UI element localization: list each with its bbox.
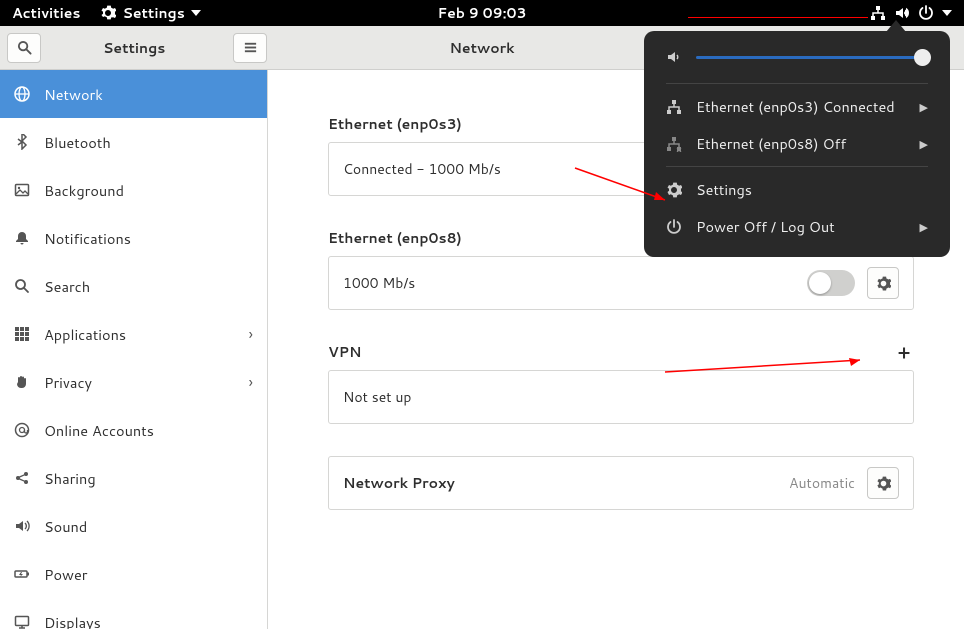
search-button[interactable] — [7, 33, 41, 63]
gear-icon — [876, 276, 891, 291]
menu-item-ethernet1[interactable]: Ethernet (enp0s3) Connected ▶ — [644, 88, 950, 125]
settings-sidebar: Network Bluetooth Background Notificatio… — [0, 70, 268, 629]
chevron-right-icon: › — [249, 371, 253, 394]
volume-knob[interactable] — [914, 49, 931, 66]
search-icon — [14, 278, 30, 294]
header-title-network: Network — [449, 38, 514, 58]
gear-icon — [666, 182, 682, 198]
sidebar-item-search[interactable]: Search — [0, 262, 267, 310]
sidebar-item-label: Search — [44, 276, 90, 297]
sidebar-item-label: Privacy — [44, 372, 92, 393]
grid-icon — [14, 326, 30, 342]
chevron-right-icon: ▶ — [920, 99, 928, 115]
ethernet2-row[interactable]: 1000 Mb/s — [329, 257, 913, 309]
ethernet2-settings-button[interactable] — [867, 267, 899, 299]
chevron-right-icon: ▶ — [920, 219, 928, 235]
volume-slider[interactable] — [696, 56, 928, 59]
network-wired-icon — [870, 5, 886, 21]
chevron-right-icon: ▶ — [920, 136, 928, 152]
gear-icon — [100, 5, 116, 21]
hand-icon — [14, 374, 30, 390]
sidebar-item-label: Background — [44, 180, 124, 201]
sidebar-item-bluetooth[interactable]: Bluetooth — [0, 118, 267, 166]
app-menu-label: Settings — [122, 3, 184, 23]
bluetooth-icon — [14, 134, 30, 150]
proxy-label: Network Proxy — [343, 473, 789, 493]
proxy-row[interactable]: Network Proxy Automatic — [329, 457, 913, 509]
menu-item-label: Ethernet (enp0s3) Connected — [696, 96, 895, 117]
sidebar-item-sharing[interactable]: Sharing — [0, 454, 267, 502]
top-panel: Activities Settings Feb 9 09:03 — [0, 0, 964, 26]
gear-icon — [876, 476, 891, 491]
sidebar-item-label: Applications — [44, 324, 126, 345]
vpn-title: VPN + — [328, 342, 914, 362]
sidebar-item-label: Bluetooth — [44, 132, 111, 153]
sidebar-item-privacy[interactable]: Privacy › — [0, 358, 267, 406]
sidebar-item-background[interactable]: Background — [0, 166, 267, 214]
menu-item-label: Settings — [696, 179, 752, 200]
search-icon — [17, 40, 32, 55]
volume-icon — [894, 5, 910, 21]
hamburger-icon — [243, 40, 258, 55]
volume-slider-row — [644, 49, 950, 79]
sidebar-item-label: Sharing — [44, 468, 96, 489]
sidebar-item-label: Network — [44, 84, 103, 105]
menu-separator — [666, 83, 928, 84]
ethernet2-status: 1000 Mb/s — [343, 273, 807, 293]
popover-arrow — [886, 20, 906, 32]
menu-separator — [666, 166, 928, 167]
speaker-icon — [14, 518, 30, 534]
at-icon — [14, 422, 30, 438]
menu-item-label: Ethernet (enp0s8) Off — [696, 133, 846, 154]
activities-button[interactable]: Activities — [12, 3, 80, 23]
sidebar-item-applications[interactable]: Applications › — [0, 310, 267, 358]
ethernet2-toggle[interactable] — [807, 270, 855, 296]
power-icon — [918, 5, 934, 21]
menu-item-label: Power Off / Log Out — [696, 216, 835, 237]
display-icon — [14, 614, 30, 629]
sidebar-item-label: Displays — [44, 612, 101, 629]
chevron-right-icon: › — [249, 323, 253, 346]
sidebar-item-notifications[interactable]: Notifications — [0, 214, 267, 262]
vpn-status: Not set up — [343, 387, 899, 407]
sidebar-item-network[interactable]: Network — [0, 70, 267, 118]
sidebar-item-sound[interactable]: Sound — [0, 502, 267, 550]
sidebar-item-label: Online Accounts — [44, 420, 154, 441]
sidebar-item-label: Notifications — [44, 228, 131, 249]
annotation-line — [688, 17, 868, 18]
menu-item-power[interactable]: Power Off / Log Out ▶ — [644, 208, 950, 245]
app-menu[interactable]: Settings — [100, 3, 200, 23]
network-wired-icon — [666, 99, 682, 115]
header-title-settings: Settings — [103, 38, 165, 58]
sidebar-item-label: Power — [44, 564, 87, 585]
power-icon — [666, 219, 682, 235]
bell-icon — [14, 230, 30, 246]
network-wired-off-icon — [666, 136, 682, 152]
share-icon — [14, 470, 30, 486]
battery-icon — [14, 566, 30, 582]
network-icon — [14, 86, 30, 102]
vpn-row: Not set up — [329, 371, 913, 423]
proxy-settings-button[interactable] — [867, 467, 899, 499]
volume-icon — [666, 49, 682, 65]
menu-button[interactable] — [233, 33, 267, 63]
sidebar-item-displays[interactable]: Displays — [0, 598, 267, 629]
chevron-down-icon — [942, 10, 952, 16]
sidebar-item-power[interactable]: Power — [0, 550, 267, 598]
chevron-down-icon — [191, 10, 201, 16]
status-area[interactable] — [870, 5, 964, 21]
vpn-add-button[interactable]: + — [894, 342, 914, 362]
proxy-value: Automatic — [789, 473, 855, 493]
background-icon — [14, 182, 30, 198]
menu-item-ethernet2[interactable]: Ethernet (enp0s8) Off ▶ — [644, 125, 950, 162]
system-menu: Ethernet (enp0s3) Connected ▶ Ethernet (… — [644, 31, 950, 257]
clock[interactable]: Feb 9 09:03 — [437, 3, 526, 23]
sidebar-item-online-accounts[interactable]: Online Accounts — [0, 406, 267, 454]
sidebar-item-label: Sound — [44, 516, 87, 537]
menu-item-settings[interactable]: Settings — [644, 171, 950, 208]
